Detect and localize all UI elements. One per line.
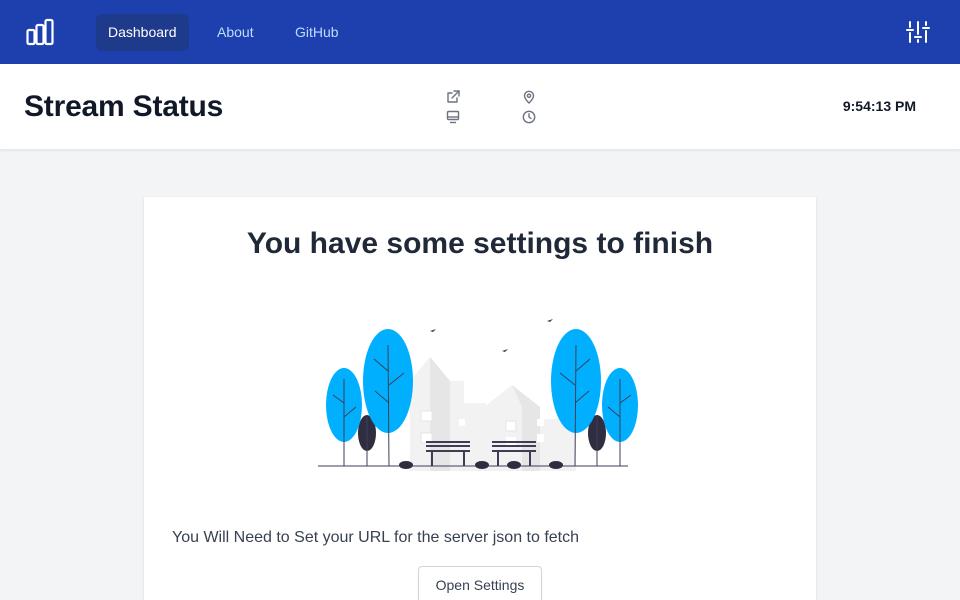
top-navbar: Dashboard About GitHub bbox=[0, 0, 960, 64]
monitor-icon bbox=[446, 110, 460, 124]
sliders-icon[interactable] bbox=[906, 21, 930, 43]
current-time: 9:54:13 PM bbox=[842, 98, 916, 114]
bar-chart-logo-icon[interactable] bbox=[26, 18, 54, 46]
park-houses-trees-illustration bbox=[318, 319, 638, 471]
nav-link-github[interactable]: GitHub bbox=[283, 14, 351, 51]
page-title: Stream Status bbox=[24, 90, 224, 123]
nav-link-dashboard[interactable]: Dashboard bbox=[96, 14, 189, 51]
settings-message: You Will Need to Set your URL for the se… bbox=[172, 529, 580, 546]
external-link-icon[interactable] bbox=[446, 90, 460, 104]
map-pin-icon bbox=[523, 90, 535, 104]
card-title: You have some settings to finish bbox=[246, 227, 714, 260]
clock-icon bbox=[522, 110, 536, 124]
page-header: Stream Status 9:54:13 PM bbox=[0, 64, 960, 150]
nav-link-about[interactable]: About bbox=[205, 14, 266, 51]
settings-card: You have some settings to finish You Wil… bbox=[144, 197, 816, 600]
open-settings-button[interactable]: Open Settings bbox=[418, 566, 542, 600]
